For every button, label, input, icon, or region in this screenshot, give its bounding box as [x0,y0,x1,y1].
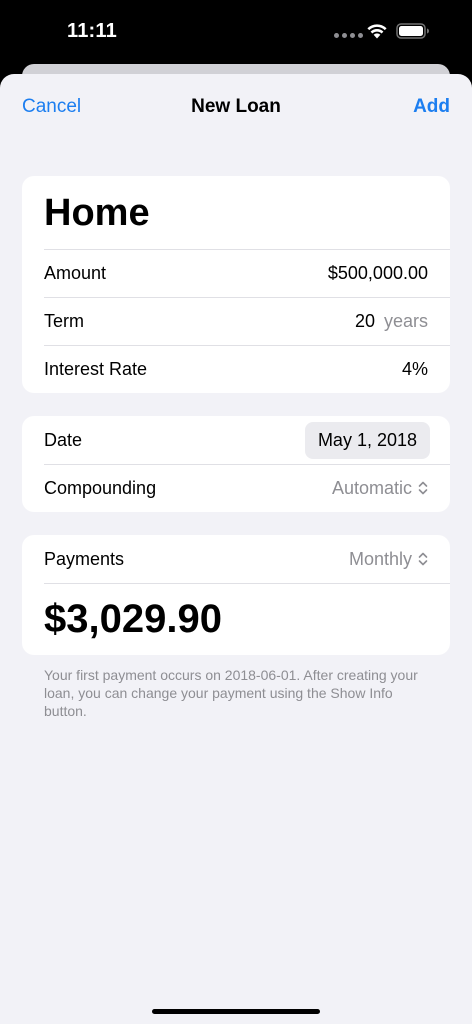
phone-screen: 11:11 Cancel New Loan Add Home Amount $5… [0,0,472,1024]
term-value[interactable]: 20 [355,311,375,332]
navigation-bar: Cancel New Loan Add [0,74,472,140]
date-label: Date [44,429,83,450]
payment-footnote: Your first payment occurs on 2018-06-01.… [44,667,418,719]
row-divider [44,249,450,250]
compounding-value: Automatic [331,477,412,498]
chevron-up-down-icon [418,552,428,566]
amount-label: Amount [44,262,107,283]
row-divider [44,345,450,346]
loan-name-field[interactable]: Home [22,176,450,249]
interest-rate-row[interactable]: Interest Rate 4% [22,345,450,393]
date-picker-button[interactable]: May 1, 2018 [304,421,430,459]
compounding-picker[interactable]: Automatic [332,478,428,499]
term-row[interactable]: Term 20 years [22,297,450,345]
amount-value[interactable]: $500,000.00 [328,263,428,284]
date-row: Date May 1, 2018 [22,416,450,464]
term-label: Term [44,310,84,331]
chevron-up-down-icon [418,481,428,495]
new-loan-sheet: Cancel New Loan Add Home Amount $500,000… [0,74,472,1024]
interest-rate-value[interactable]: 4% [402,359,428,380]
term-value-group[interactable]: 20 years [355,311,428,332]
cellular-dots-icon [334,33,363,38]
compounding-row: Compounding Automatic [22,464,450,512]
term-unit: years [383,310,428,331]
payments-row: Payments Monthly [22,535,450,583]
payments-card: Payments Monthly $3,029.90 [22,535,450,655]
payments-label: Payments [44,548,125,569]
wifi-icon [367,24,387,39]
payment-amount-row: $3,029.90 [22,583,450,655]
loan-name: Home [44,192,150,234]
cancel-button[interactable]: Cancel [22,96,81,118]
amount-row[interactable]: Amount $500,000.00 [22,249,450,297]
status-time: 11:11 [67,20,117,42]
status-bar: 11:11 [0,0,472,62]
home-indicator[interactable] [152,1009,320,1014]
row-divider [44,464,450,465]
row-divider [44,297,450,298]
payment-frequency-value: Monthly [348,548,412,569]
interest-rate-label: Interest Rate [44,358,148,379]
payment-frequency-picker[interactable]: Monthly [349,549,428,570]
payment-amount: $3,029.90 [44,597,222,641]
row-divider [44,583,450,584]
add-button[interactable]: Add [413,96,450,118]
loan-details-card: Home Amount $500,000.00 Term 20 years In… [22,176,450,393]
battery-icon [396,23,429,39]
compounding-label: Compounding [44,477,157,498]
schedule-card: Date May 1, 2018 Compounding Automatic [22,416,450,512]
